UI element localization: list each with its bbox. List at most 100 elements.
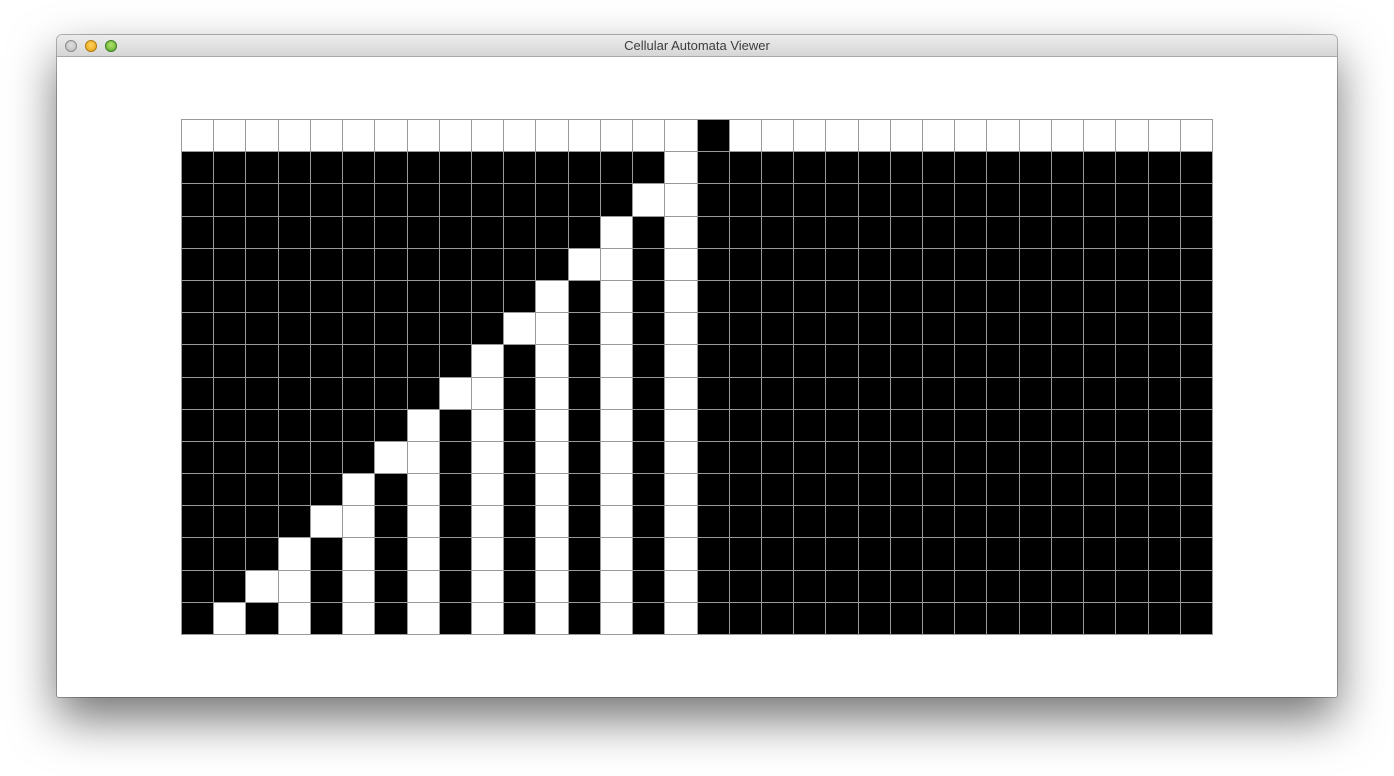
grid-cell (986, 119, 1019, 152)
grid-cell (535, 215, 568, 248)
grid-cell (1018, 247, 1051, 280)
grid-cell (213, 247, 246, 280)
grid-cell (632, 247, 665, 280)
grid-cell (793, 279, 826, 313)
grid-cell (793, 119, 826, 152)
grid-cell (922, 183, 955, 216)
grid-cell (1115, 505, 1148, 538)
grid-cell (438, 408, 471, 441)
grid-cell (438, 473, 471, 506)
grid-cell (406, 151, 439, 184)
grid-cell (922, 312, 955, 345)
grid-cell (954, 279, 987, 313)
grid-cell (277, 505, 310, 538)
grid-cell (406, 408, 439, 441)
grid-cell (470, 473, 504, 506)
grid-cell (760, 183, 794, 216)
grid-cell (1115, 537, 1148, 570)
grid-cell (1083, 247, 1116, 280)
grid-cell (760, 473, 794, 506)
grid-cell (245, 279, 278, 313)
grid-cell (760, 376, 794, 409)
grid-cell (1147, 183, 1180, 216)
grid-cell (213, 344, 246, 377)
grid-cell (793, 247, 826, 280)
grid-cell (922, 440, 955, 474)
grid-cell (277, 215, 310, 248)
grid-cell (922, 119, 955, 152)
grid-cell (245, 408, 278, 441)
grid-cell (986, 505, 1019, 538)
grid-cell (181, 408, 214, 441)
grid-cell (954, 312, 987, 345)
grid-cell (857, 183, 890, 216)
grid-cell (245, 151, 278, 184)
grid-cell (1179, 408, 1212, 441)
grid-cell (1147, 505, 1180, 538)
grid-cell (954, 151, 987, 184)
grid-cell (599, 601, 633, 634)
grid-cell (632, 440, 665, 474)
grid-cell (1050, 151, 1084, 184)
grid-cell (1179, 279, 1212, 313)
grid-cell (406, 440, 439, 474)
grid-cell (632, 279, 665, 313)
grid-cell (470, 119, 504, 152)
grid-cell (277, 247, 310, 280)
grid-cell (1050, 601, 1084, 634)
grid-cell (632, 312, 665, 345)
grid-cell (181, 440, 214, 474)
grid-cell (889, 569, 923, 602)
grid-cell (503, 601, 536, 634)
grid-cell (664, 344, 697, 377)
grid-cell (438, 440, 471, 474)
grid-cell (567, 601, 600, 634)
grid-cell (567, 312, 600, 345)
grid-cell (696, 151, 729, 184)
grid-cell (406, 183, 439, 216)
grid-cell (213, 215, 246, 248)
grid-cell (503, 537, 536, 570)
grid-cell (1050, 440, 1084, 474)
grid-cell (1115, 119, 1148, 152)
grid-cell (406, 247, 439, 280)
grid-cell (213, 312, 246, 345)
grid-cell (374, 505, 407, 538)
grid-cell (503, 376, 536, 409)
grid-cell (793, 440, 826, 474)
grid-cell (1018, 440, 1051, 474)
grid-cell (309, 215, 343, 248)
grid-cell (632, 151, 665, 184)
grid-cell (342, 215, 375, 248)
grid-cell (374, 344, 407, 377)
grid-cell (760, 312, 794, 345)
grid-cell (696, 473, 729, 506)
grid-cell (664, 247, 697, 280)
grid-cell (664, 569, 697, 602)
grid-cell (181, 376, 214, 409)
grid-cell (503, 440, 536, 474)
grid-cell (1179, 505, 1212, 538)
grid-cell (1115, 601, 1148, 634)
grid-cell (470, 440, 504, 474)
grid-cell (245, 537, 278, 570)
title-bar[interactable]: Cellular Automata Viewer (57, 35, 1337, 57)
grid-cell (825, 312, 858, 345)
grid-cell (342, 601, 375, 634)
grid-cell (245, 344, 278, 377)
grid-cell (438, 376, 471, 409)
grid-cell (309, 569, 343, 602)
grid-cell (374, 183, 407, 216)
grid-cell (406, 505, 439, 538)
grid-cell (181, 505, 214, 538)
grid-cell (728, 601, 761, 634)
grid-cell (1050, 537, 1084, 570)
grid-cell (309, 247, 343, 280)
grid-cell (922, 247, 955, 280)
grid-cell (1050, 473, 1084, 506)
grid-cell (793, 408, 826, 441)
grid-cell (664, 440, 697, 474)
grid-cell (535, 601, 568, 634)
grid-cell (535, 569, 568, 602)
grid-cell (760, 151, 794, 184)
